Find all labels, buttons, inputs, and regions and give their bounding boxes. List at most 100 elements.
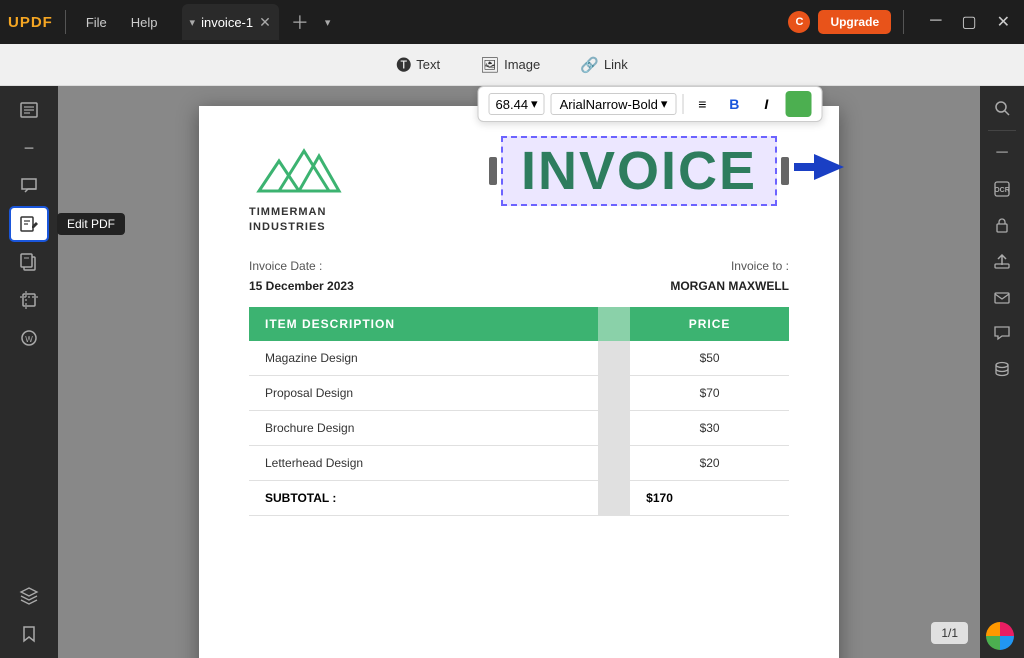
tab-add-icon[interactable]: ＋ <box>291 9 309 35</box>
sidebar-crop-btn[interactable] <box>9 282 49 318</box>
rs-mail-btn[interactable] <box>986 281 1018 313</box>
updf-logo: UPDF <box>8 14 53 31</box>
row4-divider <box>598 445 630 480</box>
tab-label[interactable]: invoice-1 <box>201 15 253 30</box>
window-controls: ─ ▢ ✕ <box>924 10 1016 34</box>
invoice-title: INVOICE <box>521 144 757 198</box>
table-row: Magazine Design $50 <box>249 341 789 376</box>
rs-protect-btn[interactable] <box>986 209 1018 241</box>
invoice-date-block: Invoice Date : 15 December 2023 <box>249 256 354 297</box>
subtotal-divider <box>598 480 630 515</box>
invoice-to-value: MORGAN MAXWELL <box>670 276 789 296</box>
row1-description: Magazine Design <box>249 341 598 376</box>
upgrade-button[interactable]: Upgrade <box>818 10 891 34</box>
left-sidebar: − Edit PDF <box>0 86 58 658</box>
sidebar-read-btn[interactable] <box>9 92 49 128</box>
close-button[interactable]: ✕ <box>991 10 1016 34</box>
divider2 <box>903 10 904 34</box>
watermark-icon: W <box>19 328 39 348</box>
share-icon <box>993 252 1011 270</box>
rs-search-btn[interactable] <box>986 92 1018 124</box>
sidebar-bookmark-btn[interactable] <box>9 616 49 652</box>
link-icon: 🔗 <box>580 56 599 74</box>
rs-minus-btn[interactable]: ─ <box>986 137 1018 169</box>
maximize-button[interactable]: ▢ <box>955 10 982 34</box>
rs-comment2-btn[interactable] <box>986 317 1018 349</box>
invoice-meta: Invoice Date : 15 December 2023 Invoice … <box>249 256 789 297</box>
text-tool[interactable]: 🅣 Text <box>386 50 450 79</box>
pdf-area[interactable]: TIMMERMAN INDUSTRIES INVOICE <box>58 86 980 658</box>
rs-ocr-btn[interactable]: OCR <box>986 173 1018 205</box>
sidebar-edit-btn[interactable]: Edit PDF <box>9 206 49 242</box>
table-header-row: ITEM DESCRIPTION PRICE <box>249 307 789 341</box>
align-button[interactable]: ≡ <box>689 91 715 117</box>
tab-area: ▾ invoice-1 ✕ <box>182 4 279 40</box>
minimize-button[interactable]: ─ <box>924 10 947 34</box>
resize-handle-right[interactable] <box>781 157 789 185</box>
tab-close-icon[interactable]: ✕ <box>259 14 271 31</box>
color-picker-button[interactable] <box>785 91 811 117</box>
row3-divider <box>598 410 630 445</box>
font-size-selector[interactable]: 68.44 ▾ <box>489 93 545 115</box>
col-description-header: ITEM DESCRIPTION <box>249 307 598 341</box>
minus-icon: − <box>24 138 35 159</box>
rs-share-btn[interactable] <box>986 245 1018 277</box>
menu-help[interactable]: Help <box>123 13 166 32</box>
table-row: Letterhead Design $20 <box>249 445 789 480</box>
sidebar-copy-btn[interactable] <box>9 244 49 280</box>
logo-area: TIMMERMAN INDUSTRIES <box>249 136 349 236</box>
main-content: − Edit PDF <box>0 86 1024 658</box>
invoice-table: ITEM DESCRIPTION PRICE Magazine Design $… <box>249 307 789 516</box>
ocr-icon: OCR <box>993 180 1011 198</box>
invoice-to-block: Invoice to : MORGAN MAXWELL <box>670 256 789 297</box>
company-name: TIMMERMAN INDUSTRIES <box>249 205 326 236</box>
rs-database-btn[interactable] <box>986 353 1018 385</box>
link-tool[interactable]: 🔗 Link <box>570 52 638 78</box>
image-tool[interactable]: 🖼 Image <box>470 52 550 78</box>
text-tool-label: Text <box>416 57 440 72</box>
subtotal-label: SUBTOTAL : <box>249 480 598 515</box>
invoice-title-container: INVOICE <box>489 136 789 206</box>
invoice-to-label: Invoice to : <box>670 256 789 276</box>
link-tool-label: Link <box>604 57 628 72</box>
invoice-title-box[interactable]: INVOICE <box>501 136 777 206</box>
bookmark-icon <box>19 624 39 644</box>
logo-mountains-icon <box>249 136 349 196</box>
italic-button[interactable]: I <box>753 91 779 117</box>
page-number: 1/1 <box>931 622 968 644</box>
table-row: Proposal Design $70 <box>249 375 789 410</box>
invoice-date-label: Invoice Date : <box>249 256 354 276</box>
title-bar: UPDF File Help ▾ invoice-1 ✕ ＋ ▾ C Upgra… <box>0 0 1024 44</box>
copy-icon <box>19 252 39 272</box>
font-name-selector[interactable]: ArialNarrow-Bold ▾ <box>551 93 677 115</box>
row2-divider <box>598 375 630 410</box>
svg-text:OCR: OCR <box>994 187 1010 194</box>
menu-file[interactable]: File <box>78 13 115 32</box>
font-dropdown-icon: ▾ <box>661 96 668 112</box>
rs-minus-icon: ─ <box>996 144 1007 162</box>
user-avatar: C <box>788 11 810 33</box>
row2-description: Proposal Design <box>249 375 598 410</box>
sidebar-minus-btn[interactable]: − <box>9 130 49 166</box>
resize-handle-left[interactable] <box>489 157 497 185</box>
row1-divider <box>598 341 630 376</box>
title-divider <box>65 10 66 34</box>
sidebar-watermark-btn[interactable]: W <box>9 320 49 356</box>
edit-icon <box>19 214 39 234</box>
row4-description: Letterhead Design <box>249 445 598 480</box>
sidebar-comment-btn[interactable] <box>9 168 49 204</box>
color-circle-icon[interactable] <box>986 622 1014 650</box>
image-icon: 🖼 <box>480 56 499 74</box>
search-icon <box>993 99 1011 117</box>
read-icon <box>19 100 39 120</box>
bold-button[interactable]: B <box>721 91 747 117</box>
tab-dropdown-icon[interactable]: ▾ <box>325 16 331 29</box>
format-bar: 68.44 ▾ ArialNarrow-Bold ▾ ≡ B I <box>478 86 823 122</box>
table-col-divider <box>598 307 630 341</box>
row1-price: $50 <box>630 341 789 376</box>
text-icon: 🅣 <box>396 54 411 75</box>
format-separator1 <box>682 94 683 114</box>
invoice-date-value: 15 December 2023 <box>249 276 354 296</box>
sidebar-layers-btn[interactable] <box>9 578 49 614</box>
col-price-header: PRICE <box>630 307 789 341</box>
